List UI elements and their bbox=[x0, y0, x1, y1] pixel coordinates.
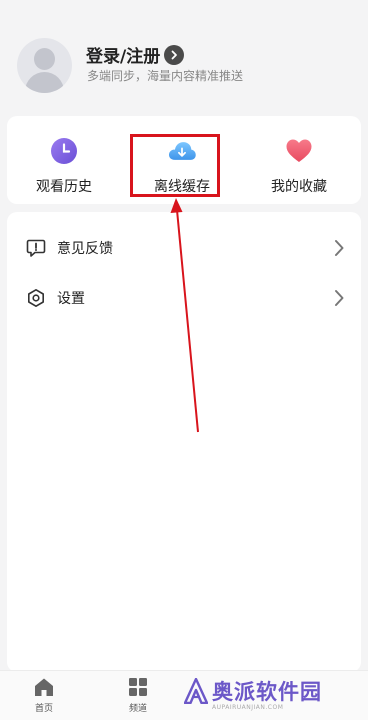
my-favorites-label: 我的收藏 bbox=[271, 179, 327, 195]
chevron-right-icon bbox=[164, 44, 185, 65]
watermark-logo: 奥派软件园 AUPAIRUANJIAN.COM bbox=[184, 676, 322, 711]
login-register-link[interactable]: 登录/注册 bbox=[86, 42, 185, 67]
login-subtitle: 多端同步，海量内容精准推送 bbox=[87, 69, 244, 83]
login-title-text: 登录/注册 bbox=[86, 47, 161, 67]
chevron-right-icon bbox=[335, 290, 344, 306]
menu-item-feedback[interactable]: 意见反馈 bbox=[7, 228, 361, 268]
heart-icon bbox=[284, 136, 314, 166]
chevron-right-icon bbox=[335, 240, 344, 256]
avatar[interactable] bbox=[17, 38, 72, 93]
avatar-body-shape bbox=[25, 72, 64, 93]
watch-history-label: 观看历史 bbox=[36, 179, 92, 195]
clock-icon bbox=[49, 136, 79, 166]
aupai-logo-icon bbox=[184, 678, 208, 704]
menu-list-card: 意见反馈 设置 bbox=[7, 212, 361, 672]
avatar-head-shape bbox=[34, 48, 55, 70]
nav-channel-label: 频道 bbox=[128, 704, 147, 714]
menu-item-feedback-label: 意见反馈 bbox=[57, 241, 113, 257]
profile-header: 登录/注册 多端同步，海量内容精准推送 bbox=[0, 0, 368, 110]
nav-home-label: 首页 bbox=[34, 704, 53, 714]
menu-item-settings[interactable]: 设置 bbox=[7, 278, 361, 318]
home-icon bbox=[35, 678, 53, 696]
watch-history-button[interactable]: 观看历史 bbox=[14, 116, 114, 204]
nav-home[interactable]: 首页 bbox=[24, 677, 64, 719]
watermark-subtext: AUPAIRUANJIAN.COM bbox=[212, 704, 284, 711]
settings-gear-icon bbox=[28, 289, 44, 307]
watermark-text: 奥派软件园 bbox=[212, 680, 322, 704]
grid-icon bbox=[129, 678, 147, 696]
highlight-box bbox=[130, 134, 220, 197]
feedback-icon bbox=[26, 239, 46, 257]
menu-item-settings-label: 设置 bbox=[57, 291, 85, 307]
nav-channel[interactable]: 频道 bbox=[118, 677, 158, 719]
my-favorites-button[interactable]: 我的收藏 bbox=[249, 116, 349, 204]
